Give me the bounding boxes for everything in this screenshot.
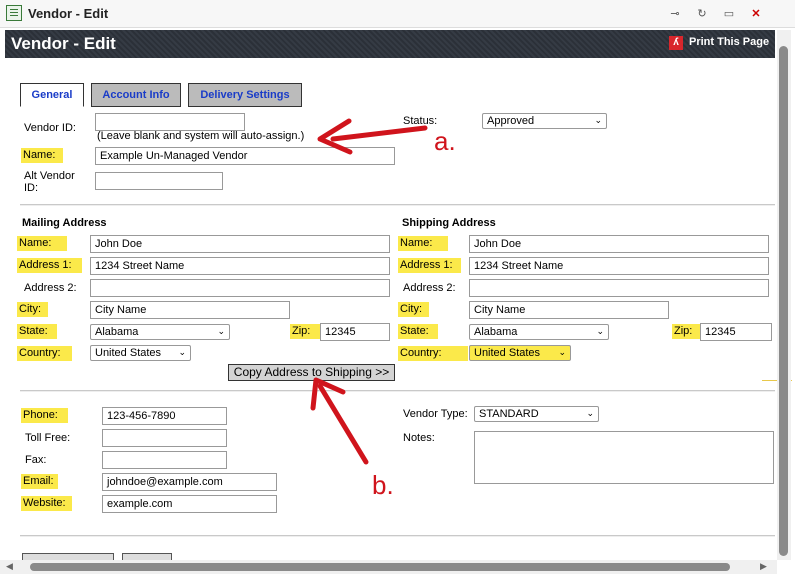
arrow-b [310,377,369,465]
horizontal-scrollbar[interactable]: ◀ ▶ [0,560,777,574]
annotation-arrows [310,118,428,465]
arrow-a [317,118,428,155]
scrollbar-thumb[interactable] [30,563,730,571]
scroll-left-icon[interactable]: ◀ [6,561,13,572]
scrollbar-thumb[interactable] [779,46,788,556]
annotation-b-label: b. [372,470,394,500]
scroll-right-icon[interactable]: ▶ [760,561,767,572]
vertical-scrollbar[interactable] [777,30,791,560]
annotation-a-label: a. [434,126,456,156]
